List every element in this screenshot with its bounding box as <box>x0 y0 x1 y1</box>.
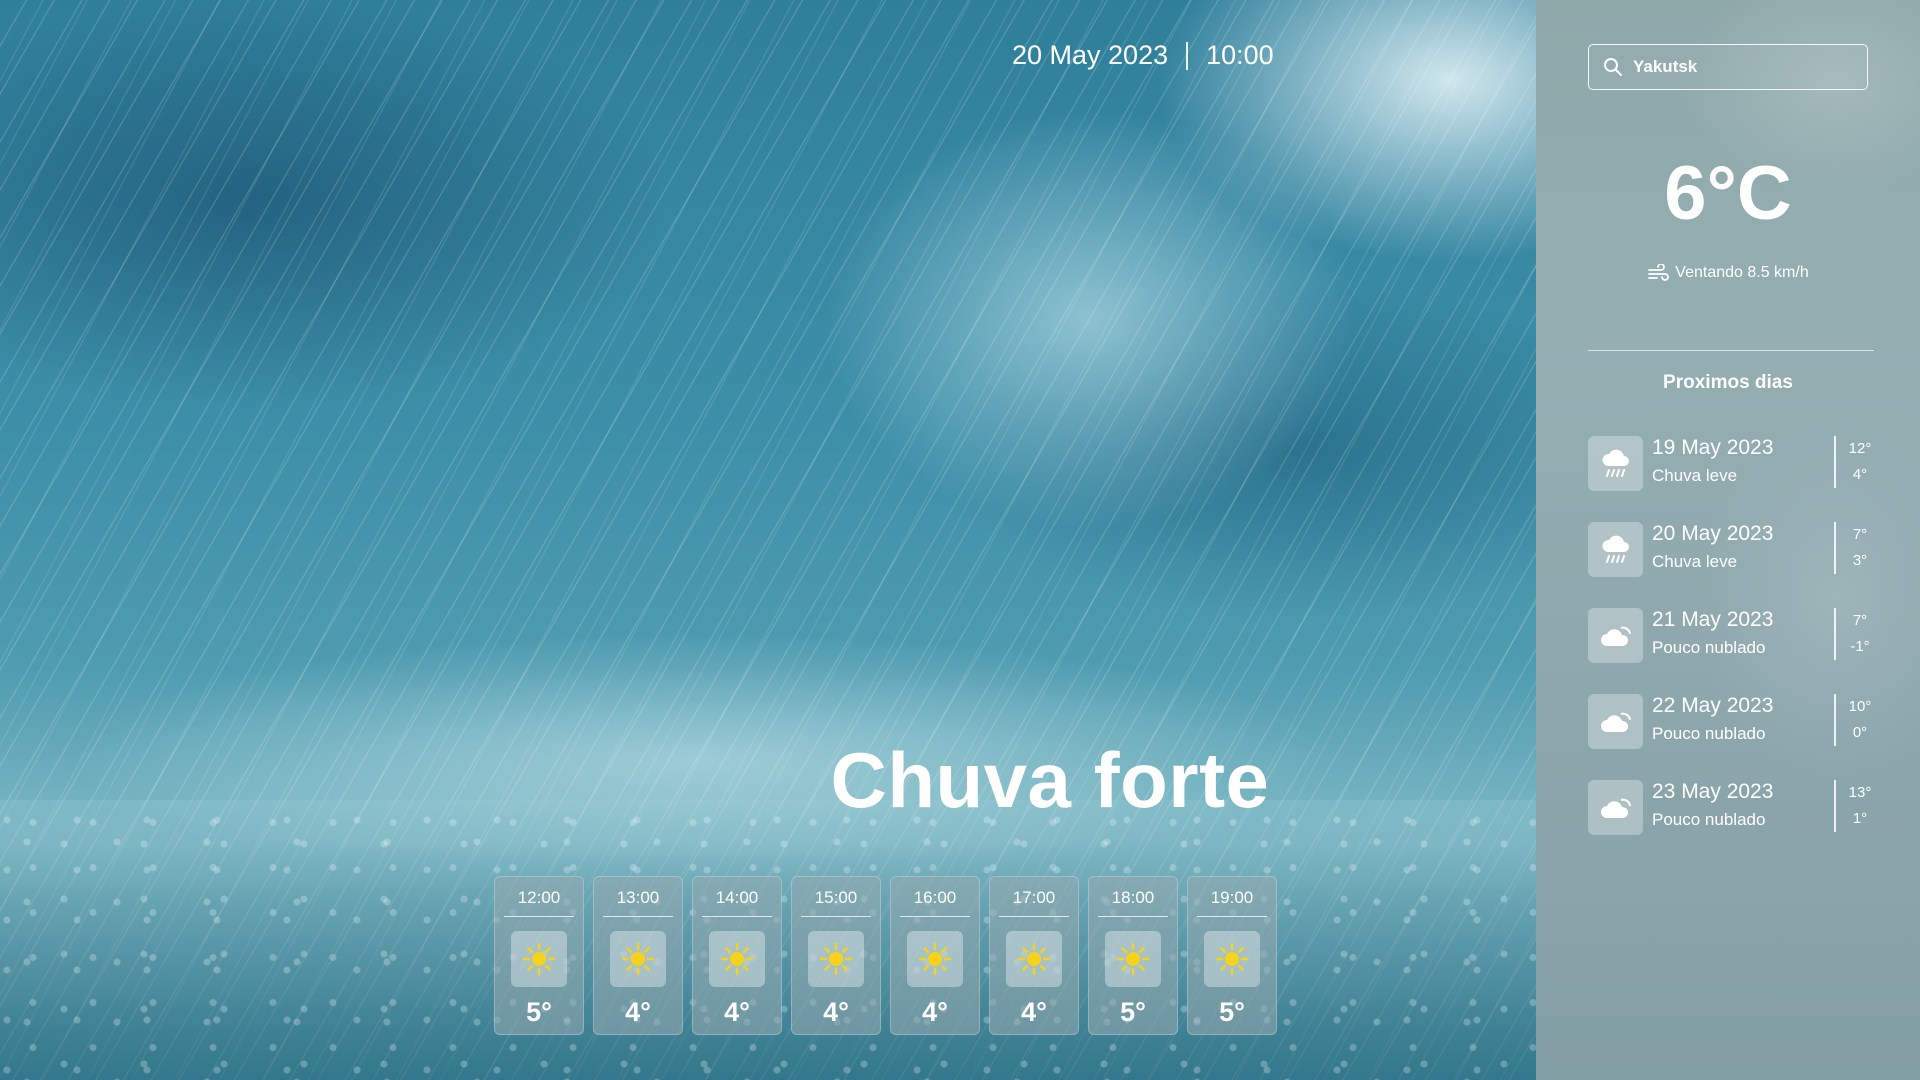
hour-divider <box>900 916 970 917</box>
next-days-title: Proximos dias <box>1663 372 1793 393</box>
cloud-icon <box>1588 608 1643 663</box>
day-max-temp: 10° <box>1848 698 1872 715</box>
day-forecast-item[interactable]: 19 May 2023 Chuva leve 12° 4° <box>1588 436 1874 522</box>
wind-icon <box>1647 264 1670 282</box>
temp-divider <box>1834 608 1836 660</box>
hour-time: 16:00 <box>913 888 957 907</box>
hour-divider <box>801 916 871 917</box>
rain-cloud-icon <box>1588 436 1643 491</box>
hour-divider <box>702 916 772 917</box>
hour-divider <box>603 916 673 917</box>
hour-time: 18:00 <box>1111 888 1155 907</box>
day-min-temp: 0° <box>1852 724 1868 741</box>
temp-divider <box>1834 522 1836 574</box>
hour-temp: 5° <box>1120 997 1146 1027</box>
search-icon[interactable] <box>1603 57 1623 77</box>
day-forecast-item[interactable]: 20 May 2023 Chuva leve 7° 3° <box>1588 522 1874 608</box>
sun-icon <box>610 931 666 987</box>
hour-card[interactable]: 19:00 5° <box>1187 876 1277 1035</box>
hour-temp: 4° <box>625 997 651 1027</box>
hour-time: 17:00 <box>1012 888 1056 907</box>
cloud-icon <box>1588 694 1643 749</box>
sun-icon <box>808 931 864 987</box>
wind-text: Ventando 8.5 km/h <box>1675 264 1809 281</box>
sun-icon <box>511 931 567 987</box>
hour-time: 19:00 <box>1210 888 1254 907</box>
day-description: Pouco nublado <box>1652 810 1766 829</box>
hour-temp: 4° <box>724 997 750 1027</box>
temp-divider <box>1834 436 1836 488</box>
day-date: 20 May 2023 <box>1652 522 1774 545</box>
hour-time: 12:00 <box>517 888 561 907</box>
hour-card[interactable]: 15:00 4° <box>791 876 881 1035</box>
rain-cloud-icon <box>1588 522 1643 577</box>
hour-divider <box>1197 916 1267 917</box>
day-forecast-item[interactable]: 21 May 2023 Pouco nublado 7° -1° <box>1588 608 1874 694</box>
day-description: Pouco nublado <box>1652 638 1766 657</box>
current-time: 10:00 <box>1206 40 1274 70</box>
hourly-forecast: 12:00 5° 13:00 4° 14:00 4° 15:00 4° 16:0… <box>494 876 1277 1035</box>
hour-temp: 4° <box>1021 997 1047 1027</box>
next-days-list: 19 May 2023 Chuva leve 12° 4° 20 May 202… <box>1588 436 1874 866</box>
current-temperature: 6°C <box>1664 151 1792 236</box>
sun-icon <box>907 931 963 987</box>
hour-temp: 4° <box>823 997 849 1027</box>
day-forecast-item[interactable]: 22 May 2023 Pouco nublado 10° 0° <box>1588 694 1874 780</box>
hour-temp: 5° <box>526 997 552 1027</box>
current-condition: Chuva forte <box>830 736 1270 824</box>
city-search[interactable] <box>1588 44 1868 90</box>
hour-card[interactable]: 17:00 4° <box>989 876 1079 1035</box>
day-min-temp: 1° <box>1852 810 1868 827</box>
hour-time: 13:00 <box>616 888 660 907</box>
day-description: Chuva leve <box>1652 466 1738 485</box>
sun-icon <box>1204 931 1260 987</box>
day-min-temp: 3° <box>1852 552 1868 569</box>
hour-time: 15:00 <box>814 888 858 907</box>
day-date: 19 May 2023 <box>1652 436 1774 459</box>
hour-divider <box>504 916 574 917</box>
temp-divider <box>1834 694 1836 746</box>
panel-divider <box>1588 350 1874 351</box>
datetime-separator <box>1186 41 1189 70</box>
hour-divider <box>999 916 1069 917</box>
day-max-temp: 13° <box>1848 784 1872 801</box>
day-forecast-item[interactable]: 23 May 2023 Pouco nublado 13° 1° <box>1588 780 1874 866</box>
hour-card[interactable]: 14:00 4° <box>692 876 782 1035</box>
day-date: 21 May 2023 <box>1652 608 1774 631</box>
sun-icon <box>709 931 765 987</box>
day-description: Chuva leve <box>1652 552 1738 571</box>
day-min-temp: 4° <box>1852 466 1868 483</box>
cloud-icon <box>1588 780 1643 835</box>
day-description: Pouco nublado <box>1652 724 1766 743</box>
hour-card[interactable]: 18:00 5° <box>1088 876 1178 1035</box>
side-panel: 6°C Ventando 8.5 km/h Proximos dias 19 M… <box>1536 0 1920 1080</box>
search-input[interactable] <box>1633 57 1853 77</box>
day-max-temp: 7° <box>1852 612 1868 629</box>
sun-icon <box>1105 931 1161 987</box>
hour-temp: 4° <box>922 997 948 1027</box>
hour-card[interactable]: 16:00 4° <box>890 876 980 1035</box>
current-date: 20 May 2023 <box>1012 40 1169 70</box>
temp-divider <box>1834 780 1836 832</box>
day-max-temp: 12° <box>1848 440 1872 457</box>
day-date: 22 May 2023 <box>1652 694 1774 717</box>
hour-card[interactable]: 13:00 4° <box>593 876 683 1035</box>
hour-divider <box>1098 916 1168 917</box>
wind-info: Ventando 8.5 km/h <box>1536 264 1920 282</box>
hour-temp: 5° <box>1219 997 1245 1027</box>
day-max-temp: 7° <box>1852 526 1868 543</box>
current-datetime: 20 May 2023 10:00 <box>1012 40 1274 71</box>
hour-time: 14:00 <box>715 888 759 907</box>
sun-icon <box>1006 931 1062 987</box>
day-min-temp: -1° <box>1850 638 1870 655</box>
hour-card[interactable]: 12:00 5° <box>494 876 584 1035</box>
day-date: 23 May 2023 <box>1652 780 1774 803</box>
